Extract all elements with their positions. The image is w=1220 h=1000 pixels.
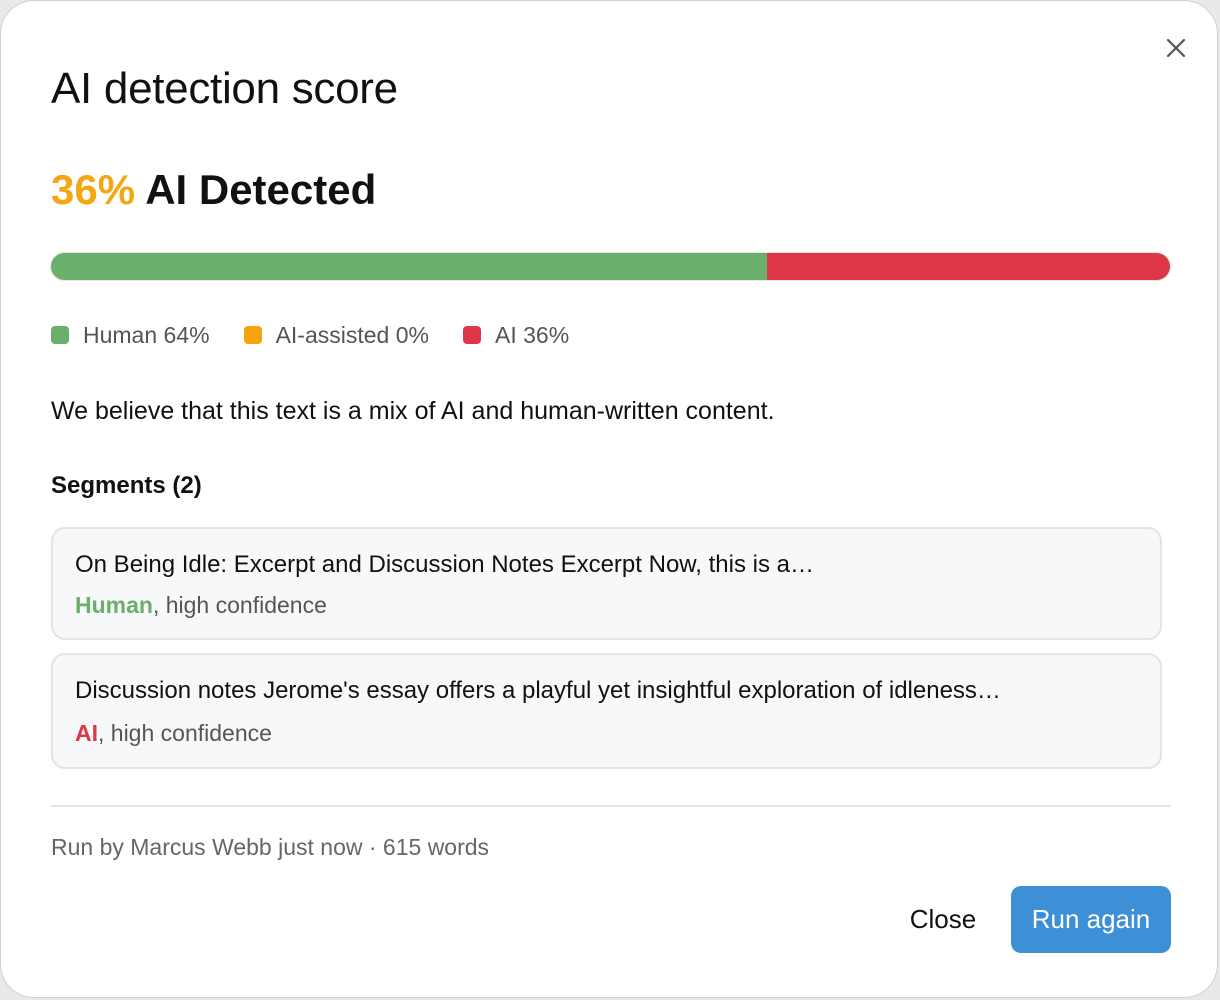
legend-label-ai: AI 36%	[494, 322, 570, 348]
legend-item-ai-assisted: AI-assisted 0%	[243, 319, 429, 351]
segment-tag-human: Human	[75, 592, 153, 618]
legend-swatch-human	[51, 326, 69, 344]
score-percent: 36%	[51, 166, 136, 213]
segment-card[interactable]: On Being Idle: Excerpt and Discussion No…	[51, 527, 1162, 640]
run-meta: Run by Marcus Webb just now · 615 words	[51, 834, 490, 860]
ai-detection-dialog: AI detection score 36% AI Detected Human…	[0, 0, 1218, 998]
segment-confidence: , high confidence	[98, 720, 272, 746]
legend-item-human: Human 64%	[51, 319, 210, 351]
score-label: AI Detected	[145, 166, 377, 213]
legend-swatch-ai	[462, 326, 481, 344]
close-button[interactable]: Close	[883, 887, 1003, 951]
legend-swatch-ai-assisted	[243, 326, 262, 344]
summary-text: We believe that this text is a mix of AI…	[51, 397, 775, 425]
divider	[51, 805, 1171, 807]
segment-tag-ai: AI	[75, 720, 98, 746]
segment-meta: AI, high confidence	[75, 718, 1138, 748]
segment-text: Discussion notes Jerome's essay offers a…	[75, 677, 1001, 704]
legend-item-ai: AI 36%	[462, 319, 570, 351]
segment-meta: Human, high confidence	[75, 590, 1138, 620]
segment-card[interactable]: Discussion notes Jerome's essay offers a…	[51, 653, 1162, 769]
legend-label-human: Human 64%	[83, 322, 210, 348]
run-again-button[interactable]: Run again	[1011, 886, 1171, 953]
legend: Human 64% AI-assisted 0% AI 36%	[51, 319, 603, 351]
segments-heading: Segments (2)	[51, 472, 202, 499]
bar-segment-human	[51, 253, 768, 280]
dialog-title: AI detection score	[51, 64, 398, 113]
segment-text: On Being Idle: Excerpt and Discussion No…	[75, 551, 814, 578]
legend-label-ai-assisted: AI-assisted 0%	[275, 322, 429, 348]
detection-progress-bar	[51, 253, 1170, 280]
score-heading: 36% AI Detected	[51, 163, 376, 217]
close-icon[interactable]	[1161, 33, 1191, 63]
bar-segment-ai	[767, 253, 1170, 280]
segment-confidence: , high confidence	[152, 592, 327, 618]
